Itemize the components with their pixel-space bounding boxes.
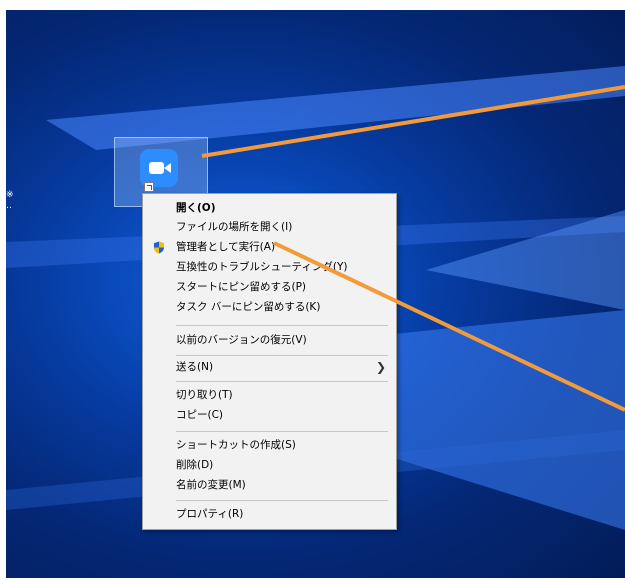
menu-item-label: プロパティ(R) (176, 508, 244, 520)
menu-item-label: 送る(N) (176, 361, 214, 373)
shortcut-arrow-icon (144, 182, 154, 192)
menu-item-send-to[interactable]: 送る(N) ❯ (143, 357, 396, 377)
chevron-right-icon: ❯ (375, 360, 386, 374)
menu-item-label: コピー(C) (176, 409, 224, 421)
menu-separator (176, 325, 388, 326)
menu-item-delete[interactable]: 削除(D) (143, 455, 396, 475)
menu-item-label: 名前の変更(M) (176, 479, 246, 491)
menu-item-label: スタートにピン留めする(P) (176, 281, 307, 293)
menu-item-create-shortcut[interactable]: ショートカットの作成(S) (143, 435, 396, 455)
menu-separator (176, 431, 388, 432)
menu-item-rename[interactable]: 名前の変更(M) (143, 475, 396, 495)
menu-item-label: 切り取り(T) (176, 389, 233, 401)
menu-item-label: ファイルの場所を開く(I) (176, 221, 293, 233)
menu-item-label: タスク バーにピン留めする(K) (176, 301, 321, 313)
desktop-background: ※ ‥ 開く(O) ファイルの場所を開く(I) 管理者として実行(A) 互換性の… (6, 10, 625, 578)
menu-item-label: 互換性のトラブルシューティング(Y) (176, 261, 348, 273)
camera-lens-icon (164, 163, 171, 173)
desktop-edge-text: ※ ‥ (6, 190, 14, 211)
menu-separator (176, 355, 388, 356)
menu-item-copy[interactable]: コピー(C) (143, 405, 396, 425)
camera-icon (149, 162, 164, 174)
context-menu: 開く(O) ファイルの場所を開く(I) 管理者として実行(A) 互換性のトラブル… (142, 193, 397, 530)
uac-shield-icon (154, 241, 164, 254)
menu-separator (176, 500, 388, 501)
menu-item-run-as-admin[interactable]: 管理者として実行(A) (143, 237, 396, 257)
menu-item-properties[interactable]: プロパティ(R) (143, 504, 396, 524)
menu-item-restore-previous-versions[interactable]: 以前のバージョンの復元(V) (143, 330, 396, 350)
menu-item-label: 開く(O) (176, 202, 216, 214)
menu-item-label: 管理者として実行(A) (176, 241, 276, 253)
menu-item-label: 以前のバージョンの復元(V) (176, 334, 307, 346)
menu-item-label: 削除(D) (176, 459, 214, 471)
menu-item-troubleshoot-compatibility[interactable]: 互換性のトラブルシューティング(Y) (143, 257, 396, 277)
menu-item-cut[interactable]: 切り取り(T) (143, 385, 396, 405)
menu-item-pin-to-start[interactable]: スタートにピン留めする(P) (143, 277, 396, 297)
menu-separator (176, 381, 388, 382)
menu-item-open-file-location[interactable]: ファイルの場所を開く(I) (143, 217, 396, 237)
menu-item-pin-to-taskbar[interactable]: タスク バーにピン留めする(K) (143, 297, 396, 317)
menu-item-label: ショートカットの作成(S) (176, 439, 296, 451)
screenshot-canvas: ※ ‥ 開く(O) ファイルの場所を開く(I) 管理者として実行(A) 互換性の… (0, 0, 625, 580)
menu-item-open[interactable]: 開く(O) (143, 198, 396, 218)
